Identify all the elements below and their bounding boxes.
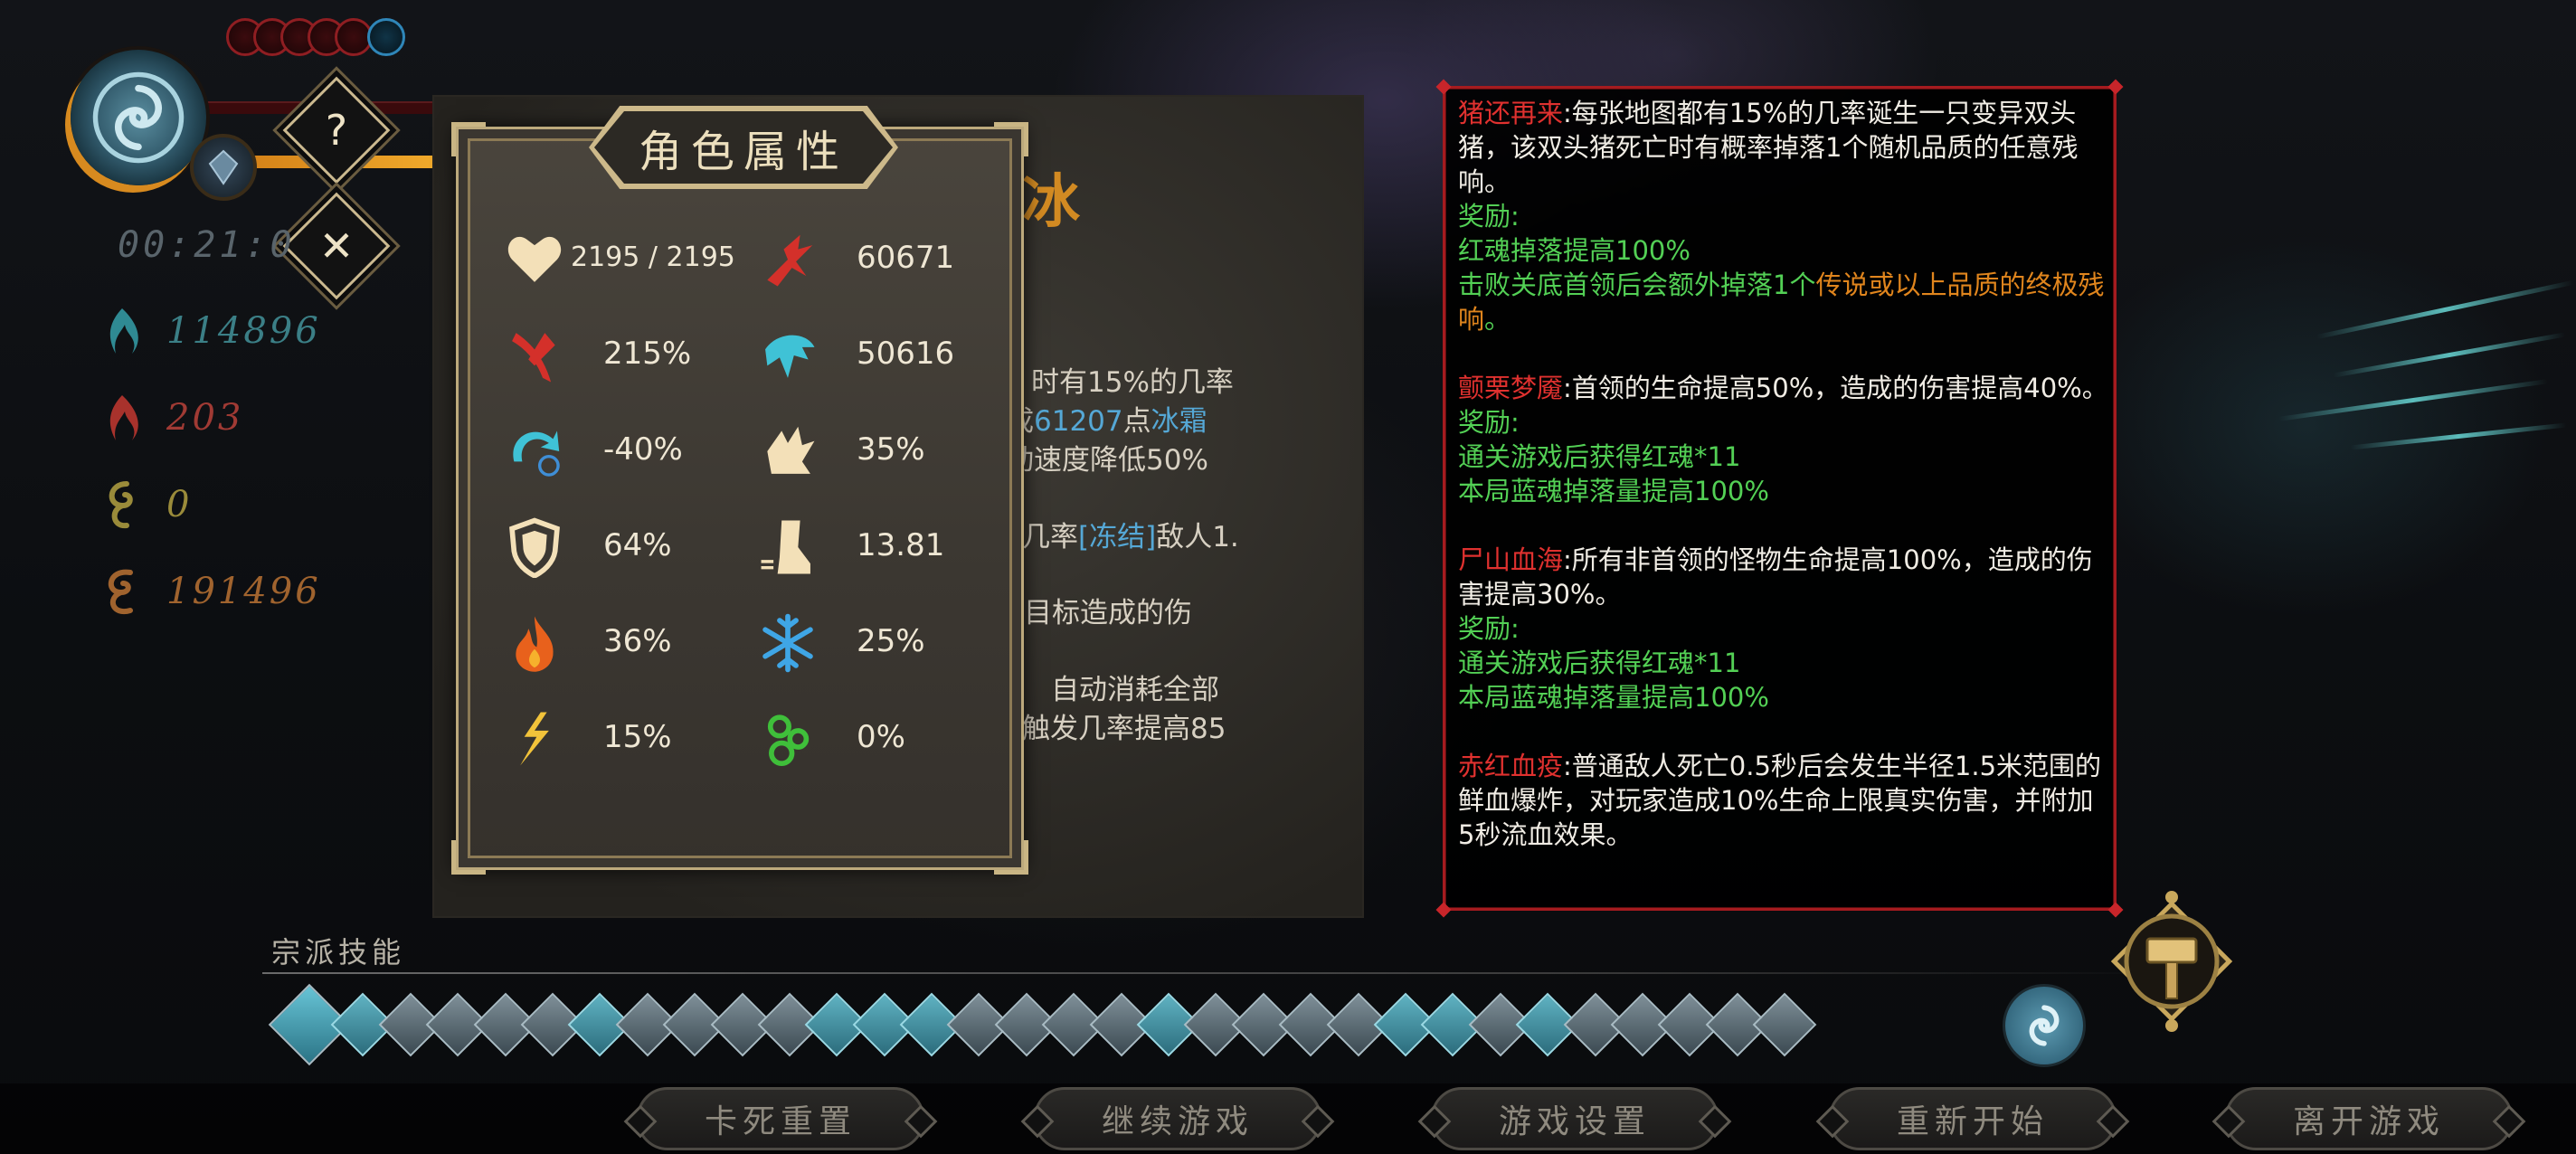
cooldown-icon	[513, 430, 560, 477]
stat-value: 64%	[603, 527, 672, 563]
sect-skills-label: 宗派技能	[271, 935, 406, 970]
restart-button[interactable]: 重新开始	[1829, 1087, 2117, 1150]
panel-corner	[451, 122, 486, 156]
player-portrait	[71, 50, 206, 185]
skill-card-line: 几率[冻结]敌人1.	[1022, 521, 1239, 553]
stuck-reset-button[interactable]: 卡死重置	[637, 1087, 924, 1150]
stat-value: 60671	[857, 240, 955, 276]
hammer-icon	[2110, 891, 2233, 1032]
forge-hammer-button[interactable]	[2097, 886, 2247, 1036]
swirl-sect-icon	[92, 71, 185, 164]
blessing-buff-icon	[367, 18, 405, 56]
red-soul-counter: 203	[99, 392, 243, 444]
yellow-soul-counter: 0	[99, 478, 192, 531]
background-glow-streaks	[2278, 279, 2576, 452]
soul-gem-icon	[190, 134, 257, 201]
stat-defense: 64%	[504, 516, 672, 578]
red-soul-icon	[109, 395, 138, 440]
stat-ice-attack: 50616	[757, 325, 954, 386]
stat-value: 215%	[603, 336, 692, 372]
reward-label: 奖励:	[1458, 201, 1520, 232]
reward-line: 红魂掉落提高100%	[1458, 235, 1690, 266]
mutator-entry: 颤栗梦魇:首领的生命提高50%，造成的伤害提高40%。	[1458, 373, 2108, 403]
orange-soul-icon	[108, 569, 133, 615]
orange-soul-counter: 191496	[99, 565, 321, 618]
stat-value: 25%	[857, 623, 925, 659]
stat-move-speed: 13.81	[757, 516, 944, 578]
reward-line: 通关游戏后获得红魂*11	[1458, 648, 1741, 678]
reward-line: 击败关底首领后会额外掉落1个传说或以上品质的终极残响。	[1458, 270, 2105, 335]
close-icon: ✕	[318, 222, 355, 270]
blue-soul-icon	[109, 308, 138, 354]
continue-game-button[interactable]: 继续游戏	[1034, 1087, 1321, 1150]
stat-value: -40%	[603, 431, 683, 468]
blue-soul-counter: 114896	[99, 305, 321, 357]
stat-crit-rate: 35%	[757, 421, 925, 482]
stat-poison: 0%	[757, 708, 905, 770]
game-timer: 00:21:0	[118, 224, 296, 266]
stat-value: 36%	[603, 623, 672, 659]
speed-boot-icon	[761, 520, 810, 574]
help-label: ?	[325, 106, 348, 155]
stat-attack: 60671	[757, 229, 954, 290]
panel-corner	[994, 122, 1028, 156]
mutator-list: 猪还再来:每张地图都有15%的几率诞生一只变异双头猪，该双头猪死亡时有概率掉落1…	[1458, 96, 2109, 852]
skills-divider	[262, 972, 2162, 974]
crit-fist-icon	[767, 426, 815, 474]
mutator-info-panel: 猪还再来:每张地图都有15%的几率诞生一只变异双头猪，该双头猪死亡时有概率掉落1…	[1435, 79, 2124, 918]
sect-skills-row	[268, 983, 1817, 1066]
yellow-soul-icon	[109, 481, 133, 529]
stat-value: 35%	[857, 431, 925, 468]
skill-icon[interactable]	[1752, 992, 1817, 1057]
heart-icon	[507, 236, 562, 282]
red-soul-value: 203	[166, 397, 244, 439]
skill-card-line: 目标造成的伤	[1024, 597, 1192, 629]
reward-line: 本局蓝魂掉落量提高100%	[1458, 682, 1769, 713]
reward-label: 奖励:	[1458, 407, 1520, 438]
reward-line: 通关游戏后获得红魂*11	[1458, 441, 1741, 472]
skill-card-title: 冰	[1022, 169, 1080, 236]
ice-dragon-icon	[765, 335, 815, 378]
stat-lightning: 15%	[504, 708, 672, 770]
panel-corner	[451, 840, 486, 875]
mutator-entry: 猪还再来:每张地图都有15%的几率诞生一只变异双头猪，该双头猪死亡时有概率掉落1…	[1458, 98, 2079, 197]
skill-card-line: 动速度降低50%	[1006, 444, 1208, 477]
sect-swirl-button[interactable]	[2003, 984, 2086, 1067]
stat-value: 50616	[857, 336, 955, 372]
skill-card-line: 时有15%的几率	[1031, 366, 1234, 399]
reward-line: 本局蓝魂掉落量提高100%	[1458, 476, 1769, 506]
stat-crit-damage: 215%	[504, 325, 691, 386]
swirl-icon	[2029, 1005, 2060, 1046]
stat-fire: 36%	[504, 612, 672, 674]
exit-game-button[interactable]: 离开游戏	[2225, 1087, 2513, 1150]
mutator-entry: 赤红血疫:普通敌人死亡0.5秒后会发生半径1.5米范围的鲜血爆炸，对玩家造成10…	[1458, 751, 2102, 850]
stat-value: 13.81	[857, 527, 945, 563]
fire-icon	[516, 616, 554, 672]
panel-corner	[994, 840, 1028, 875]
crit-slash-icon	[512, 333, 555, 383]
buff-icons-row	[226, 18, 405, 56]
stat-value: 0%	[857, 719, 905, 755]
character-attributes-panel: 角色属性 2195 / 2195 60671 215% 50616 -40% 3…	[451, 106, 1028, 875]
stat-cooldown: -40%	[504, 421, 683, 482]
game-settings-button[interactable]: 游戏设置	[1431, 1087, 1719, 1150]
reward-label: 奖励:	[1458, 613, 1520, 644]
stat-value: 15%	[603, 719, 672, 755]
skill-card-line: 触发几率提高85	[1022, 713, 1226, 745]
panel-title: 角色属性	[594, 111, 893, 184]
shield-icon	[509, 517, 560, 578]
stat-value: 2195 / 2195	[571, 241, 735, 273]
poison-icon	[767, 714, 810, 767]
mutator-entry: 尸山血海:所有非首领的怪物生命提高100%，造成的伤害提高30%。	[1458, 544, 2093, 610]
lightning-icon	[520, 712, 549, 766]
attack-claw-icon	[767, 234, 813, 287]
yellow-soul-value: 0	[166, 484, 193, 525]
snowflake-icon	[762, 613, 813, 673]
blue-soul-value: 114896	[166, 310, 321, 352]
orange-soul-value: 191496	[166, 571, 321, 612]
skill-card-line: 成61207点冰霜	[1006, 405, 1208, 438]
stat-ice: 25%	[757, 612, 925, 674]
stat-health: 2195 / 2195	[504, 229, 735, 290]
skill-card-line: 自动消耗全部	[1051, 674, 1219, 706]
